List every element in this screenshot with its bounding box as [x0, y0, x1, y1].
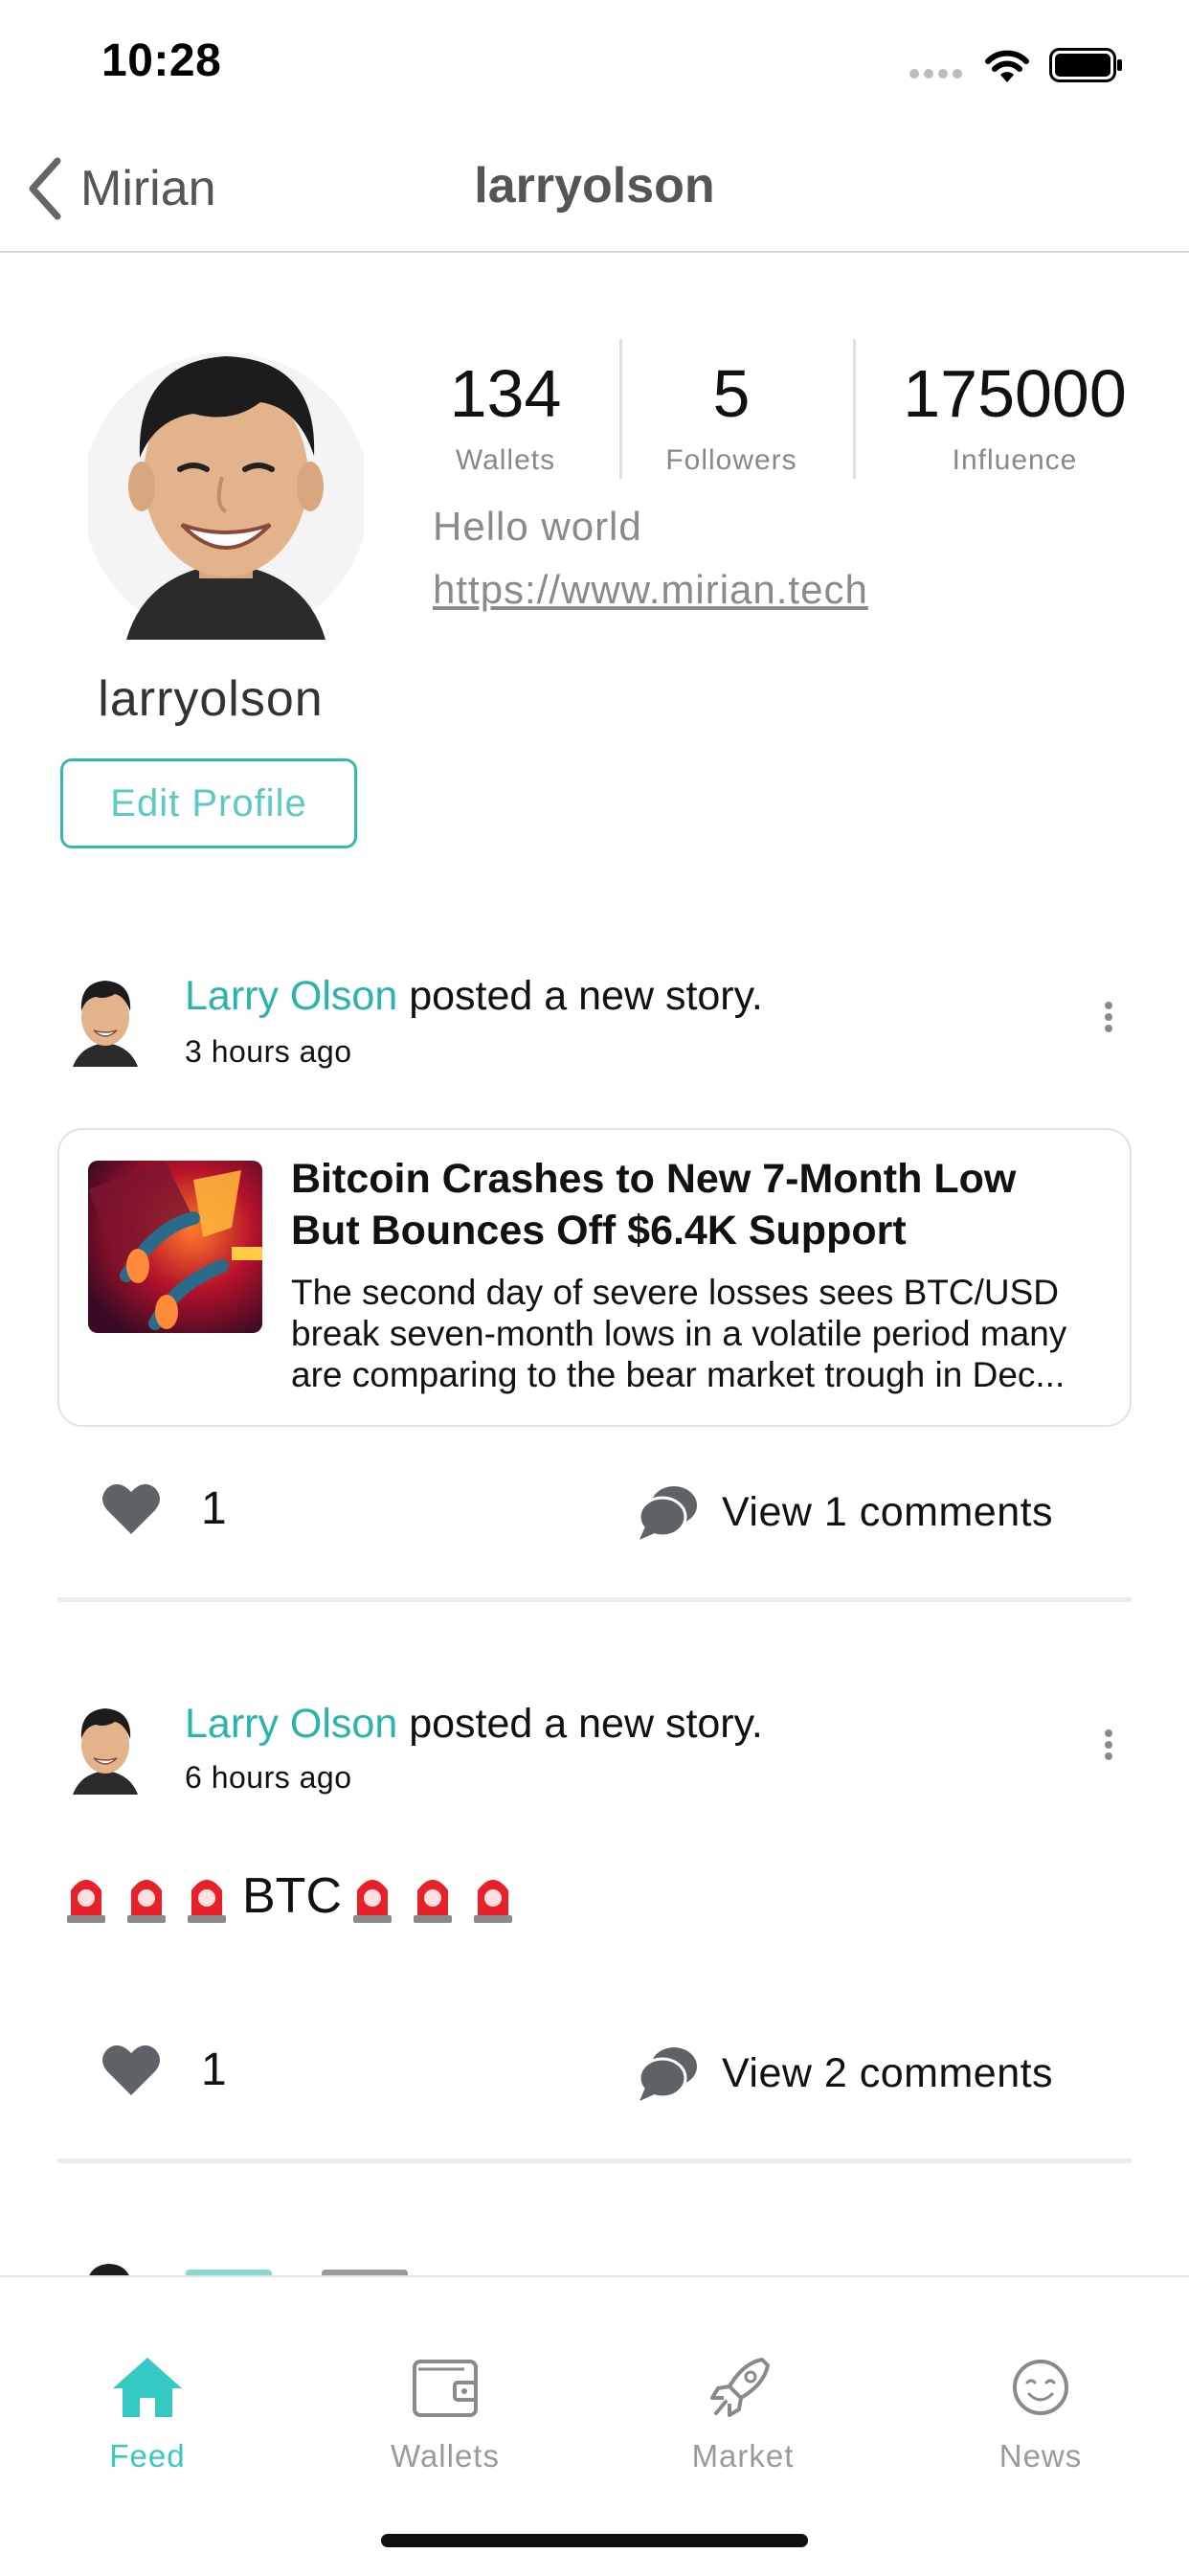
comment-bubble-icon — [638, 1486, 697, 1540]
home-icon — [113, 2358, 182, 2417]
stat-divider — [619, 339, 622, 479]
siren-icon — [67, 1880, 105, 1923]
like-count: 1 — [201, 2044, 227, 2095]
wifi-icon — [985, 50, 1029, 82]
post-header: Larry Olson posted a new story. — [185, 1701, 763, 1748]
comments-label: View 1 comments — [722, 1488, 1054, 1535]
stat-influence-value: 175000 — [903, 356, 1127, 431]
profile-bio: Hello world — [433, 504, 642, 549]
like-count: 1 — [201, 1482, 227, 1534]
stat-wallets-value: 134 — [449, 356, 562, 431]
tab-news-label: News — [998, 2438, 1083, 2474]
siren-icon — [414, 1880, 452, 1923]
story-card[interactable]: Bitcoin Crashes to New 7-Month Low But B… — [57, 1128, 1132, 1427]
battery-icon — [1049, 48, 1122, 82]
view-comments-button[interactable]: View 2 comments — [638, 2044, 1053, 2103]
tab-feed[interactable]: Feed — [42, 2354, 253, 2474]
story-title: Bitcoin Crashes to New 7-Month Low But B… — [291, 1156, 1017, 1254]
tab-wallets[interactable]: Wallets — [340, 2354, 550, 2474]
tab-market-label: Market — [691, 2438, 795, 2474]
like-button[interactable]: 1 — [101, 1480, 227, 1536]
story-description: The second day of severe losses sees BTC… — [291, 1273, 1067, 1394]
post-text-content: BTC — [242, 1868, 342, 1924]
siren-icon — [353, 1880, 392, 1923]
status-time: 10:28 — [101, 35, 222, 86]
page-title: larryolson — [474, 158, 715, 214]
post-author-link[interactable]: Larry Olson — [185, 973, 397, 1019]
stat-followers-label: Followers — [665, 444, 797, 476]
comments-label: View 2 comments — [722, 2049, 1054, 2096]
post-avatar[interactable] — [67, 973, 144, 1067]
signal-icon — [909, 69, 963, 80]
stat-influence[interactable]: 175000 Influence — [881, 360, 1149, 477]
nav-divider — [0, 251, 1189, 253]
post-action-text: posted a new story. — [397, 973, 763, 1019]
tab-bar: Feed Wallets Market News — [0, 2275, 1189, 2576]
next-post-peek — [73, 2256, 743, 2275]
post-timestamp: 6 hours ago — [185, 1760, 352, 1795]
stat-followers[interactable]: 5 Followers — [636, 360, 827, 477]
post-header: Larry Olson posted a new story. — [185, 973, 763, 1020]
profile-username: larryolson — [98, 671, 324, 727]
comment-bubble-icon — [638, 2047, 697, 2101]
post-separator — [57, 2158, 1132, 2163]
stat-influence-label: Influence — [952, 444, 1078, 476]
story-thumbnail — [88, 1161, 262, 1333]
post-avatar[interactable] — [67, 1701, 144, 1795]
post-author-link[interactable]: Larry Olson — [185, 1701, 397, 1747]
heart-icon — [102, 1483, 160, 1534]
home-indicator[interactable] — [381, 2534, 808, 2547]
siren-icon — [474, 1880, 512, 1923]
tab-feed-label: Feed — [109, 2438, 186, 2474]
view-comments-button[interactable]: View 1 comments — [638, 1482, 1053, 1542]
profile-avatar — [88, 333, 364, 640]
like-button[interactable]: 1 — [101, 2042, 227, 2097]
wallet-icon — [413, 2360, 478, 2417]
rocket-icon — [710, 2358, 770, 2417]
post-separator — [57, 1597, 1132, 1602]
post-text: BTC — [61, 1867, 528, 1925]
tab-wallets-label: Wallets — [391, 2438, 500, 2474]
siren-icon — [188, 1880, 226, 1923]
tab-market[interactable]: Market — [638, 2354, 848, 2474]
stat-followers-value: 5 — [712, 356, 751, 431]
post-action-text: posted a new story. — [397, 1701, 763, 1747]
stat-wallets-label: Wallets — [455, 444, 556, 476]
stat-divider — [853, 339, 856, 479]
tab-news[interactable]: News — [935, 2354, 1146, 2474]
edit-profile-button[interactable]: Edit Profile — [60, 758, 357, 848]
heart-icon — [102, 2045, 160, 2095]
post-timestamp: 3 hours ago — [185, 1034, 352, 1069]
more-options-button[interactable] — [1094, 988, 1123, 1046]
more-options-button[interactable] — [1094, 1716, 1123, 1774]
smile-icon — [1013, 2360, 1068, 2415]
status-indicators — [909, 46, 1130, 84]
stat-wallets[interactable]: 134 Wallets — [419, 360, 592, 477]
profile-website-link[interactable]: https://www.mirian.tech — [433, 567, 868, 613]
siren-icon — [127, 1880, 166, 1923]
